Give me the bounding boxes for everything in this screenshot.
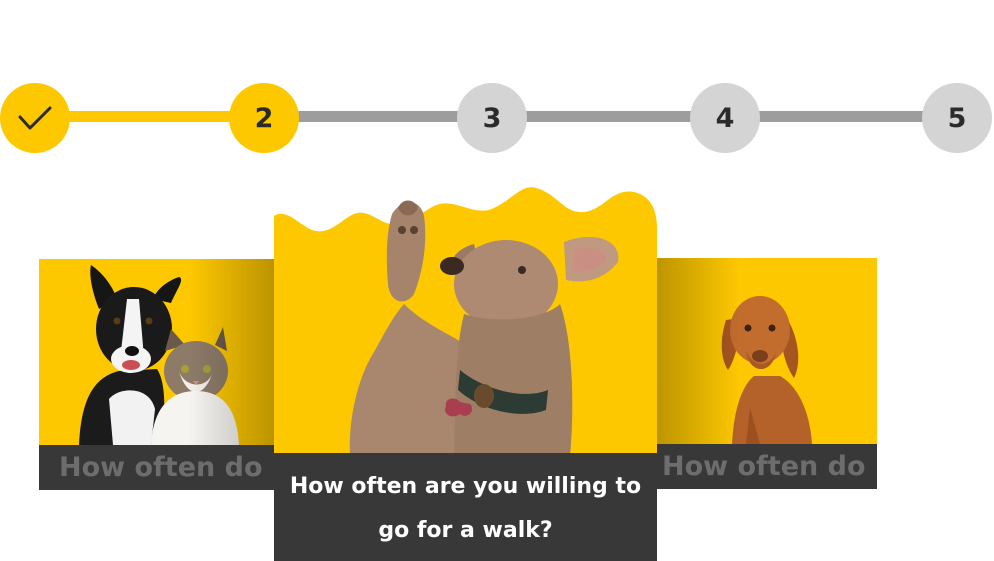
progress-track-completed (60, 111, 240, 122)
question-card-previous[interactable]: How often do (39, 259, 279, 490)
card-shadow (650, 258, 740, 444)
card-shadow (189, 259, 279, 445)
step-2-current[interactable]: 2 (229, 83, 299, 153)
quiz-stage: 2 3 4 5 How often do How often do How of… (0, 0, 994, 561)
question-text: How often are you willing to go for a wa… (289, 474, 642, 543)
step-3[interactable]: 3 (457, 83, 527, 153)
dog-raising-paw-photo (274, 187, 657, 456)
card-caption-text: How often do (59, 452, 263, 483)
step-5[interactable]: 5 (922, 83, 992, 153)
card-caption: How often do (650, 444, 877, 489)
question-card-next[interactable]: How often do (650, 258, 877, 489)
card-caption-text: How often do (662, 451, 866, 482)
question-caption: How often are you willing to go for a wa… (274, 453, 657, 561)
step-4[interactable]: 4 (690, 83, 760, 153)
progress-track-remaining (290, 111, 930, 122)
step-1-completed[interactable] (0, 83, 70, 153)
card-caption: How often do (39, 445, 279, 490)
question-card-active[interactable]: How often are you willing to go for a wa… (274, 184, 657, 561)
check-icon (18, 106, 52, 130)
step-number: 3 (482, 102, 502, 134)
step-number: 4 (715, 102, 735, 134)
step-number: 2 (254, 102, 274, 134)
step-number: 5 (947, 102, 967, 134)
